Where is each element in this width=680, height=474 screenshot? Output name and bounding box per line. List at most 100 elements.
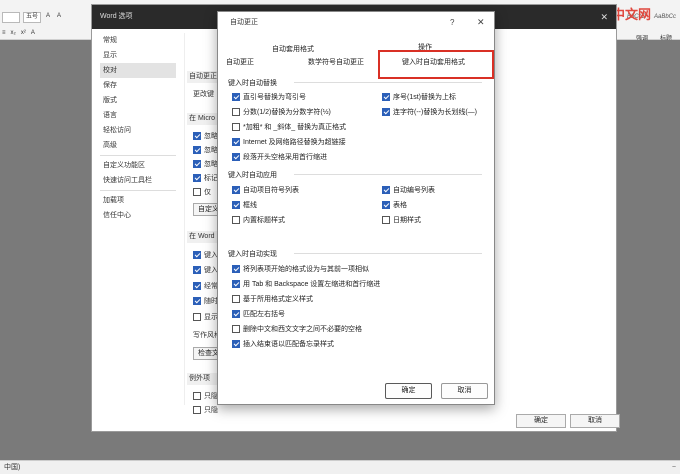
style-preview-2[interactable]: AaBbCc	[654, 14, 676, 20]
checkbox[interactable]	[382, 216, 390, 224]
checkbox[interactable]	[232, 108, 240, 116]
check-date-styles[interactable]: 日期样式	[382, 215, 421, 225]
nav-item-advanced[interactable]: 高级	[100, 138, 176, 153]
checkbox[interactable]	[232, 153, 240, 161]
tab-autoformat[interactable]: 自动套用格式	[272, 44, 314, 54]
check-first-indent[interactable]: 段落开头空格采用首行缩进	[232, 152, 327, 162]
check-ordinals[interactable]: 序号(1st)替换为上标	[382, 92, 456, 102]
language-status[interactable]: 中国)	[4, 464, 20, 471]
font-size-box[interactable]: 五号	[23, 11, 42, 23]
checkbox[interactable]	[193, 174, 201, 182]
font-color-icon[interactable]: A	[31, 30, 35, 36]
check-label: 内置标题样式	[243, 217, 285, 224]
check-bold-italic[interactable]: *加粗* 和 _斜体_ 替换为真正格式	[232, 122, 346, 132]
nav-item-accessibility[interactable]: 轻松访问	[100, 123, 176, 138]
format-row: ≡ x₂ x² A	[0, 30, 35, 36]
nav-item-proofing[interactable]: 校对	[100, 63, 176, 78]
checkbox[interactable]	[232, 123, 240, 131]
opt-check[interactable]: 键入	[193, 265, 218, 275]
checkbox[interactable]	[232, 340, 240, 348]
opt-check[interactable]: 忽略	[193, 159, 218, 169]
checkbox[interactable]	[193, 313, 201, 321]
nav-item-display[interactable]: 显示	[100, 48, 176, 63]
help-icon[interactable]: ?	[450, 18, 454, 27]
checkbox[interactable]	[193, 188, 201, 196]
close-icon[interactable]: ✕	[477, 17, 485, 28]
tab-autocorrect[interactable]: 自动更正	[226, 57, 254, 67]
ok-button[interactable]: 确定	[385, 383, 432, 399]
check-bullets[interactable]: 自动项目符号列表	[232, 185, 299, 195]
checkbox[interactable]	[193, 297, 201, 305]
checkbox[interactable]	[232, 265, 240, 273]
check-remove-spaces[interactable]: 删除中文和西文文字之间不必要的空格	[232, 324, 362, 334]
opt-check[interactable]: 忽略	[193, 131, 218, 141]
checkbox[interactable]	[232, 186, 240, 194]
opt-check[interactable]: 仅	[193, 187, 211, 197]
checkbox[interactable]	[382, 186, 390, 194]
font-name-box[interactable]	[2, 11, 20, 23]
nav-item-layout[interactable]: 版式	[100, 93, 176, 108]
close-icon[interactable]: ✕	[600, 12, 608, 23]
nav-item-quick-access[interactable]: 快速访问工具栏	[100, 173, 176, 188]
check-label: 基于所用格式定义样式	[243, 296, 313, 303]
checkbox[interactable]	[193, 282, 201, 290]
checkbox[interactable]	[193, 392, 201, 400]
checkbox[interactable]	[193, 160, 201, 168]
nav-item-save[interactable]: 保存	[100, 78, 176, 93]
nav-item-language[interactable]: 语言	[100, 108, 176, 123]
checkbox[interactable]	[232, 280, 240, 288]
nav-item-customize-ribbon[interactable]: 自定义功能区	[100, 158, 176, 173]
checkbox[interactable]	[193, 406, 201, 414]
superscript-icon[interactable]: x²	[21, 30, 26, 36]
nav-item-trust-center[interactable]: 信任中心	[100, 208, 176, 223]
checkbox[interactable]	[232, 325, 240, 333]
opt-check[interactable]: 键入	[193, 250, 218, 260]
check-tab-backspace[interactable]: 用 Tab 和 Backspace 设置左缩进和首行缩进	[232, 279, 380, 289]
check-hyphens[interactable]: 连字符(--)替换为长划线(—)	[382, 107, 477, 117]
checkbox[interactable]	[232, 216, 240, 224]
cancel-button[interactable]: 取消	[441, 383, 488, 399]
check-borders[interactable]: 框线	[232, 200, 257, 210]
check-define-styles[interactable]: 基于所用格式定义样式	[232, 294, 313, 304]
checkbox[interactable]	[232, 295, 240, 303]
checkbox[interactable]	[232, 138, 240, 146]
check-match-parentheses[interactable]: 匹配左右括号	[232, 309, 285, 319]
opt-check[interactable]: 标记	[193, 173, 218, 183]
grow-font-icon[interactable]: A	[44, 12, 52, 23]
check-hyperlinks[interactable]: Internet 及网络路径替换为超链接	[232, 137, 346, 147]
checkbox[interactable]	[193, 251, 201, 259]
opt-check-label: 仅	[204, 189, 211, 196]
checkbox[interactable]	[382, 93, 390, 101]
opt-check[interactable]: 显示	[193, 312, 218, 322]
checkbox[interactable]	[232, 310, 240, 318]
check-numbering[interactable]: 自动编号列表	[382, 185, 435, 195]
options-ok-button[interactable]: 确定	[516, 414, 566, 428]
checkbox[interactable]	[382, 108, 390, 116]
zoom-out-icon[interactable]: −	[672, 461, 676, 474]
opt-check[interactable]: 随时	[193, 296, 218, 306]
align-icon[interactable]: ≡	[2, 30, 6, 36]
checkbox[interactable]	[193, 146, 201, 154]
checkbox[interactable]	[232, 93, 240, 101]
checkbox[interactable]	[232, 201, 240, 209]
opt-check[interactable]: 忽略	[193, 145, 218, 155]
tab-math-autocorrect[interactable]: 数学符号自动更正	[308, 57, 364, 67]
shrink-font-icon[interactable]: A	[55, 12, 63, 23]
subscript-icon[interactable]: x₂	[11, 30, 16, 36]
check-fractions[interactable]: 分数(1/2)替换为分数字符(½)	[232, 107, 331, 117]
check-tables[interactable]: 表格	[382, 200, 407, 210]
nav-item-general[interactable]: 常规	[100, 33, 176, 48]
check-closing-phrase[interactable]: 插入结束语以匹配备忘录样式	[232, 339, 334, 349]
checkbox[interactable]	[193, 132, 201, 140]
opt-check[interactable]: 只隐	[193, 405, 218, 415]
opt-check[interactable]: 只隐	[193, 391, 218, 401]
check-heading-styles[interactable]: 内置标题样式	[232, 215, 285, 225]
check-list-format[interactable]: 将列表项开始的格式设为与其前一项相似	[232, 264, 369, 274]
opt-check[interactable]: 经常	[193, 281, 218, 291]
nav-item-addins[interactable]: 加载项	[100, 193, 176, 208]
check-label: 表格	[393, 202, 407, 209]
checkbox[interactable]	[382, 201, 390, 209]
options-cancel-button[interactable]: 取消	[570, 414, 620, 428]
check-straight-quotes[interactable]: 直引号替换为弯引号	[232, 92, 306, 102]
checkbox[interactable]	[193, 266, 201, 274]
